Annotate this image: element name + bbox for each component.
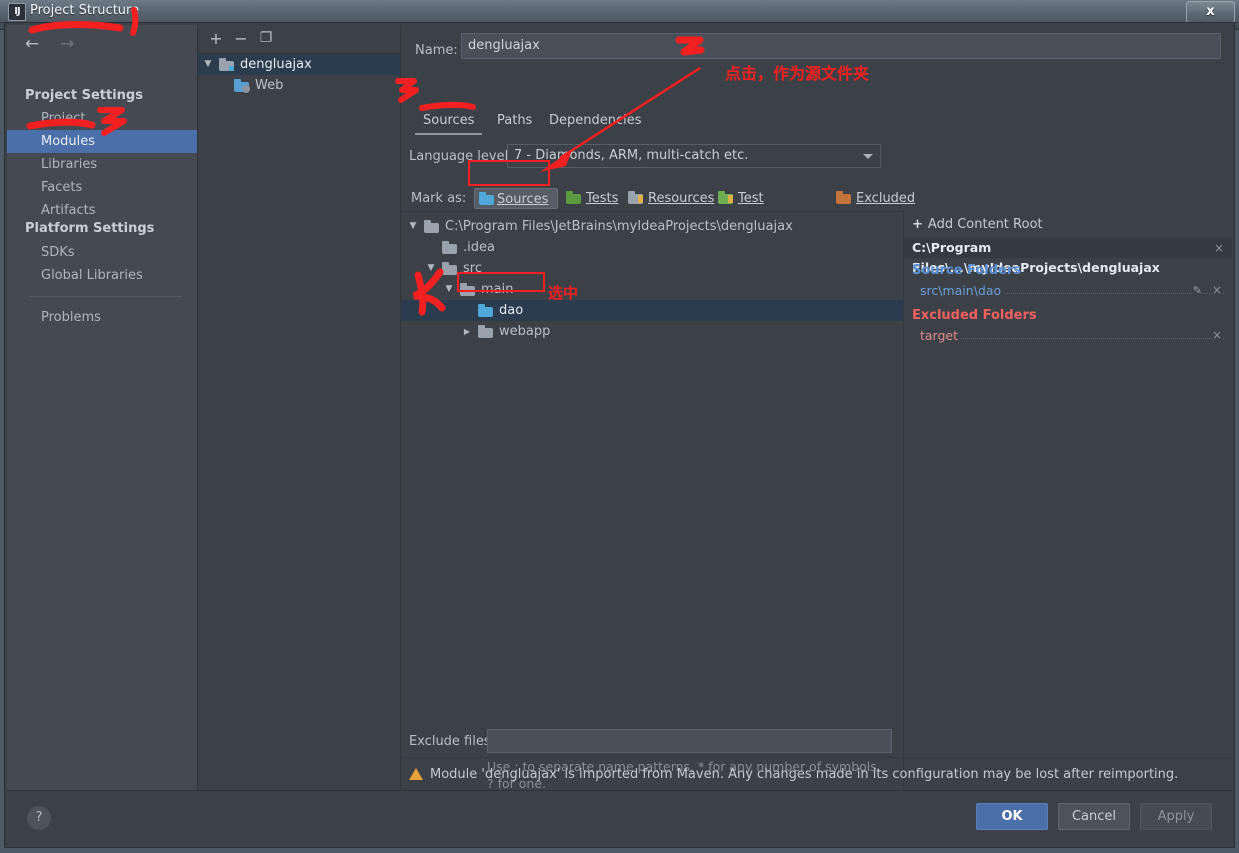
remove-source-folder-icon[interactable]: × [1211, 283, 1222, 297]
edit-pencil-icon[interactable]: ✎ [1192, 284, 1202, 297]
annotation-note-click-source: 点击，作为源文件夹 [725, 64, 870, 83]
annotation-box-sources-button [468, 160, 550, 186]
annotation-overlay [26, 7, 705, 316]
annotation-note-selected: 选中 [548, 284, 579, 302]
excluded-folder-label: target [920, 328, 962, 343]
source-folder-label: src\main\dao [920, 283, 1005, 298]
screenshot-root: IJ Project Structure x ← → Project Setti… [0, 0, 1239, 853]
annotation-box-dao-row [457, 272, 545, 292]
remove-excluded-folder-icon[interactable]: × [1211, 328, 1222, 342]
